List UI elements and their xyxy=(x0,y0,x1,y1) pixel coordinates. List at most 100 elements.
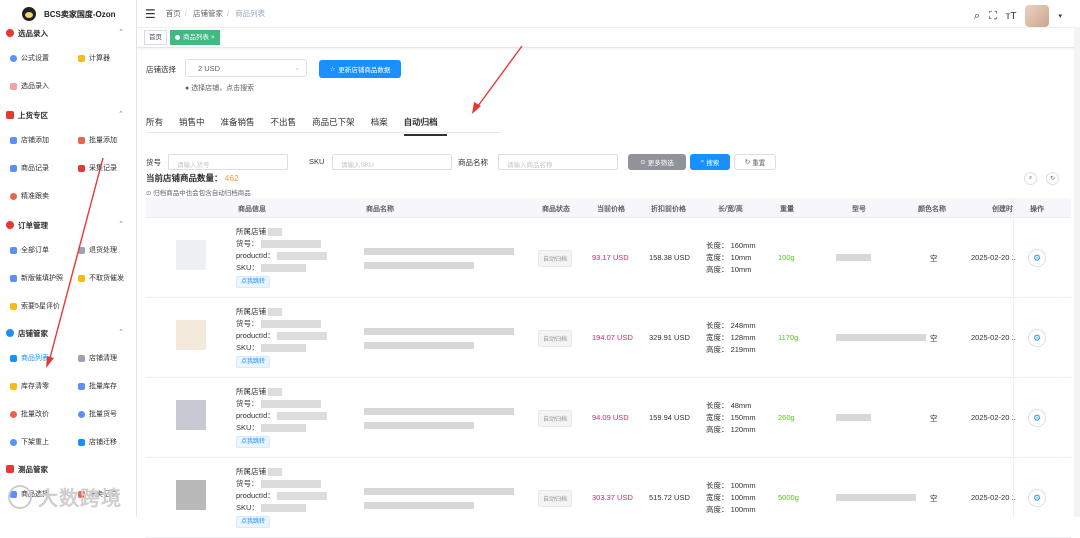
created-time: 2025-02-20 1 xyxy=(971,413,1016,422)
menu-store-migrate[interactable]: 店铺迁移 xyxy=(68,428,136,456)
menu-select-entry[interactable]: 选品录入 xyxy=(0,72,68,100)
avatar[interactable] xyxy=(1025,5,1050,27)
tab-ready[interactable]: 准备销售 xyxy=(221,116,264,136)
menu-batch-stock[interactable]: 批量库存 xyxy=(68,372,136,400)
menu-batch-sku[interactable]: 批量货号 xyxy=(68,400,136,428)
weight: 1170g xyxy=(778,333,799,342)
watermark-logo-icon xyxy=(8,484,32,509)
price-icon xyxy=(10,410,17,418)
name-input[interactable]: 请输入商品名称 xyxy=(498,154,618,170)
jump-link[interactable]: 点我跳转 xyxy=(236,356,271,368)
section-orders[interactable]: 订单管理 ⌃ xyxy=(0,214,136,236)
tab-not-for-sale[interactable]: 不出售 xyxy=(271,116,306,136)
product-count: 当前店铺商品数量： 462 xyxy=(146,173,239,183)
menu-returns[interactable]: 退货处理 xyxy=(68,236,136,264)
section-upload[interactable]: 上货专区 ⌃ xyxy=(0,104,136,126)
weight: 100g xyxy=(778,253,795,262)
status-badge: 自动归档 xyxy=(538,250,573,267)
tag-home[interactable]: 首页 xyxy=(144,30,167,45)
breadcrumb-store-manager[interactable]: 店铺管家 xyxy=(193,9,223,18)
menu-store-clean[interactable]: 店铺清理 xyxy=(68,344,136,372)
menu-stock-zero[interactable]: 库存清零 xyxy=(0,372,68,400)
gear-icon[interactable]: ⚙ xyxy=(1028,329,1046,347)
search-circle-icon[interactable]: ⌕ xyxy=(1024,172,1037,185)
tab-archive[interactable]: 档案 xyxy=(371,116,397,136)
table-row: 所属店铺 货号： productId： SKU： 点我跳转 自动归档 93.17 USD 15… xyxy=(146,218,1071,298)
tab-auto-archive[interactable]: 自动归档 xyxy=(403,116,447,136)
fullscreen-icon[interactable]: ⛶ xyxy=(989,10,997,23)
menu-store-add[interactable]: 店铺添加 xyxy=(0,126,68,154)
tab-on-sale[interactable]: 销售中 xyxy=(179,116,214,136)
more-filters-button[interactable]: ⊙ 更多筛选 xyxy=(628,154,686,170)
blurred-value xyxy=(276,252,327,261)
menu-no-pickup[interactable]: 不取货催发 xyxy=(68,264,136,292)
close-icon[interactable]: × xyxy=(211,34,215,41)
font-size-icon[interactable]: тT xyxy=(1006,11,1017,22)
menu-relist[interactable]: 下架重上 xyxy=(0,428,68,456)
fixed-column-shadow xyxy=(1013,198,1014,518)
blurred-value xyxy=(260,424,306,433)
menu-product-record[interactable]: 商品记录 xyxy=(0,154,68,182)
menu-calculator[interactable]: 计算器 xyxy=(68,44,136,72)
jump-link[interactable]: 点我跳转 xyxy=(236,516,271,528)
main-content: 店铺选择 2 USD ⌄ ☆ 更新店铺商品数据 ● 选择店铺，点击搜索 所有 销… xyxy=(137,48,1080,538)
gear-icon[interactable]: ⚙ xyxy=(1028,489,1046,507)
product-name-blurred xyxy=(364,488,514,495)
section-store-manager[interactable]: 店铺管家 ⌃ xyxy=(0,322,136,344)
sku-no-input[interactable]: 请输入货号 xyxy=(168,154,288,170)
section-test[interactable]: 测品管家 xyxy=(0,458,136,480)
menu-all-orders[interactable]: 全部订单 xyxy=(0,236,68,264)
menu-review[interactable]: 索要5星评价 xyxy=(0,292,68,320)
product-list-icon xyxy=(10,354,17,362)
product-name-blurred xyxy=(364,328,514,335)
gear-icon[interactable]: ⚙ xyxy=(1028,249,1046,267)
table-row: 所属店铺 货号： productId： SKU： 点我跳转 自动归档 303.37 USD 5… xyxy=(146,458,1071,538)
scrollbar[interactable] xyxy=(1074,28,1080,517)
tag-product-list[interactable]: 商品列表 × xyxy=(170,30,220,45)
menu-product-list[interactable]: 商品列表 xyxy=(0,344,68,372)
blurred-value xyxy=(260,320,321,329)
archive-note: ⊙ 归档商品中也会包含自动归档商品 xyxy=(146,190,251,197)
tab-removed[interactable]: 商品已下架 xyxy=(312,116,364,136)
menu-collect-record[interactable]: 采集记录 xyxy=(68,154,136,182)
gear-icon[interactable]: ⚙ xyxy=(1028,409,1046,427)
breadcrumb-home[interactable]: 首页 xyxy=(166,9,181,18)
collect-icon xyxy=(78,164,85,172)
sku-icon xyxy=(78,410,85,418)
menu-icon[interactable]: ☰ xyxy=(145,7,156,21)
search-icon[interactable]: ⌕ xyxy=(974,10,980,23)
stock-icon xyxy=(10,382,17,390)
sku-no-label: 货号 xyxy=(146,158,161,167)
chevron-down-icon[interactable]: ▾ xyxy=(1058,12,1062,20)
relist-icon xyxy=(10,438,17,446)
update-store-data-button[interactable]: ☆ 更新店铺商品数据 xyxy=(319,60,401,78)
product-info: 所属店铺 货号： productId： SKU： 点我跳转 xyxy=(236,466,327,528)
menu-formula[interactable]: 公式设置 xyxy=(0,44,68,72)
search-button[interactable]: ⌕ 搜索 xyxy=(690,154,730,170)
model-blurred xyxy=(836,494,916,501)
original-price: 158.38 USD xyxy=(649,253,690,262)
tab-all[interactable]: 所有 xyxy=(146,116,172,136)
refresh-circle-icon[interactable]: ↻ xyxy=(1046,172,1059,185)
breadcrumb-product-list: 商品列表 xyxy=(235,9,266,18)
menu-batch-add[interactable]: 批量添加 xyxy=(68,126,136,154)
sku-input[interactable]: 请输入SKU xyxy=(332,154,452,170)
jump-link[interactable]: 点我跳转 xyxy=(236,436,271,448)
clean-icon xyxy=(78,354,85,362)
blurred-value xyxy=(268,228,282,237)
color-name: 空 xyxy=(930,414,938,423)
location-icon xyxy=(10,54,17,62)
star-icon xyxy=(10,302,17,310)
menu-batch-price[interactable]: 批量改价 xyxy=(0,400,68,428)
orders-icon xyxy=(6,221,14,229)
jump-link[interactable]: 点我跳转 xyxy=(236,276,271,288)
menu-passport[interactable]: 新版催填护照 xyxy=(0,264,68,292)
reset-button[interactable]: ↻ 重置 xyxy=(734,154,776,170)
store-select[interactable]: 2 USD ⌄ xyxy=(185,59,307,77)
current-price: 93.17 USD xyxy=(592,253,629,262)
color-name: 空 xyxy=(930,494,938,503)
target-icon xyxy=(10,192,17,200)
section-select-entry[interactable]: 选品录入 ⌃ xyxy=(0,22,136,44)
blurred-value xyxy=(260,504,306,513)
menu-precise-follow[interactable]: 精准跟卖 xyxy=(0,182,68,210)
